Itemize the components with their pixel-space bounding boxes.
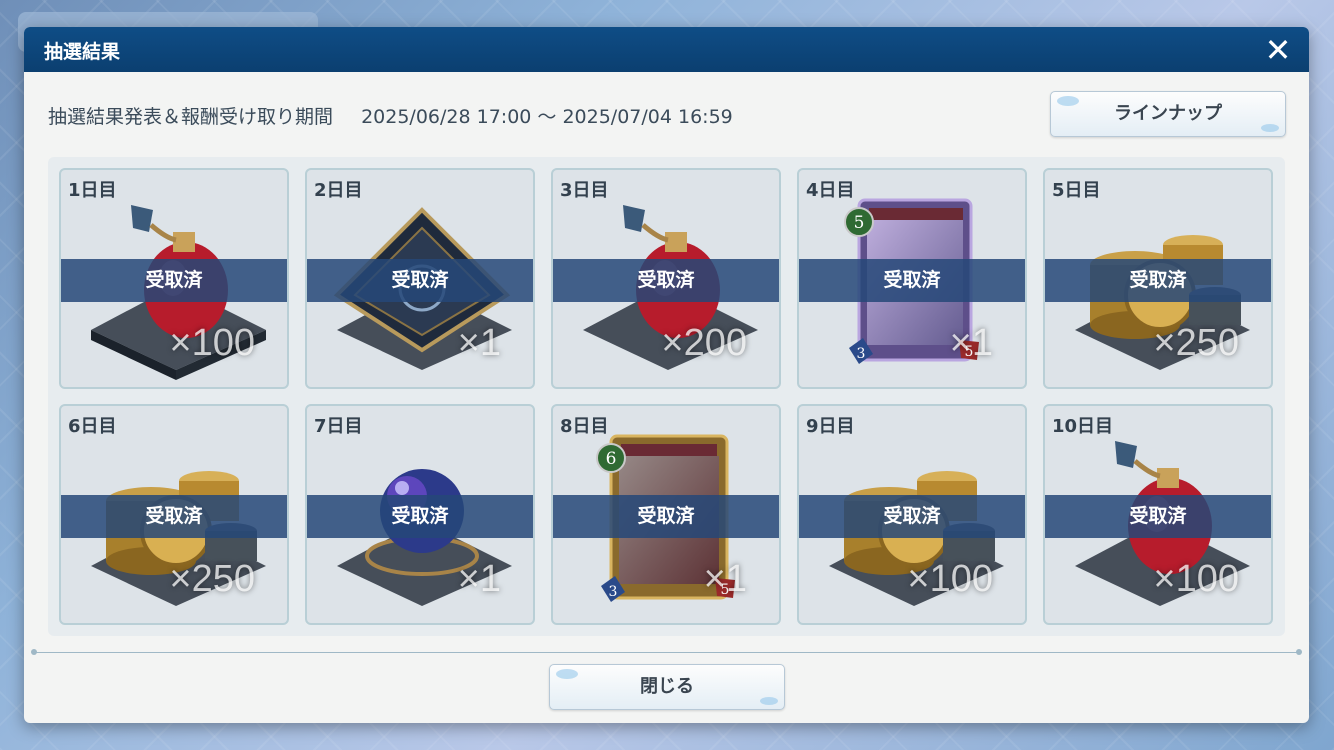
reward-grid: 1日目 ×100 受取済 2日目 ×1 受取済 3日目 ×200 受取済 5 3… <box>48 157 1285 636</box>
card-cost: 6 <box>606 449 617 469</box>
divider-end <box>31 649 37 655</box>
lineup-button[interactable]: ラインナップ <box>1050 91 1286 137</box>
reward-cell-day-9[interactable]: 9日目 ×100 受取済 <box>797 404 1027 625</box>
reward-cell-day-7[interactable]: 7日目 ×1 受取済 <box>305 404 535 625</box>
day-label: 9日目 <box>806 416 855 437</box>
day-label: 10日目 <box>1052 416 1114 437</box>
day-label: 5日目 <box>1052 180 1101 201</box>
claimed-label: 受取済 <box>799 495 1025 538</box>
period-range: 2025/06/28 17:00 ～ 2025/07/04 16:59 <box>361 106 733 128</box>
footer-divider <box>34 652 1299 653</box>
reward-quantity: ×100 <box>169 322 255 364</box>
reward-cell-day-1[interactable]: 1日目 ×100 受取済 <box>59 168 289 389</box>
button-decoration <box>556 669 578 679</box>
reward-quantity: ×250 <box>1153 322 1239 364</box>
reward-quantity: ×1 <box>457 558 501 600</box>
lottery-result-dialog: 抽選結果 ✕ 抽選結果発表＆報酬受け取り期間 2025/06/28 17:00 … <box>24 27 1309 723</box>
card-attack: 3 <box>857 346 866 362</box>
button-decoration <box>1057 96 1079 106</box>
reward-cell-day-4[interactable]: 5 3 5 4日目 ×1 受取済 <box>797 168 1027 389</box>
dialog-title: 抽選結果 <box>44 41 121 63</box>
claimed-label: 受取済 <box>553 259 779 302</box>
close-icon[interactable]: ✕ <box>1261 33 1295 67</box>
reward-cell-day-6[interactable]: 6日目 ×250 受取済 <box>59 404 289 625</box>
day-label: 1日目 <box>68 180 117 201</box>
close-button-label: 閉じる <box>640 676 694 697</box>
claimed-label: 受取済 <box>1045 495 1271 538</box>
card-attack: 3 <box>609 584 618 600</box>
lineup-button-label: ラインナップ <box>1114 103 1222 124</box>
reward-quantity: ×200 <box>661 322 747 364</box>
reward-cell-day-3[interactable]: 3日目 ×200 受取済 <box>551 168 781 389</box>
reward-quantity: ×100 <box>1153 558 1239 600</box>
dialog-header: 抽選結果 ✕ <box>24 27 1309 72</box>
claimed-label: 受取済 <box>61 495 287 538</box>
close-button[interactable]: 閉じる <box>549 664 785 710</box>
card-cost: 5 <box>854 213 865 233</box>
reward-period: 抽選結果発表＆報酬受け取り期間 2025/06/28 17:00 ～ 2025/… <box>48 102 733 129</box>
day-label: 3日目 <box>560 180 609 201</box>
claimed-label: 受取済 <box>799 259 1025 302</box>
button-decoration <box>1261 124 1279 132</box>
divider-end <box>1296 649 1302 655</box>
reward-cell-day-2[interactable]: 2日目 ×1 受取済 <box>305 168 535 389</box>
reward-quantity: ×1 <box>949 322 993 364</box>
claimed-label: 受取済 <box>61 259 287 302</box>
day-label: 7日目 <box>314 416 363 437</box>
claimed-label: 受取済 <box>553 495 779 538</box>
reward-cell-day-8[interactable]: 6 3 5 8日目 ×1 受取済 <box>551 404 781 625</box>
reward-quantity: ×100 <box>907 558 993 600</box>
claimed-label: 受取済 <box>1045 259 1271 302</box>
reward-quantity: ×1 <box>457 322 501 364</box>
day-label: 2日目 <box>314 180 363 201</box>
reward-quantity: ×250 <box>169 558 255 600</box>
day-label: 6日目 <box>68 416 117 437</box>
day-label: 4日目 <box>806 180 855 201</box>
reward-cell-day-10[interactable]: 10日目 ×100 受取済 <box>1043 404 1273 625</box>
claimed-label: 受取済 <box>307 259 533 302</box>
reward-cell-day-5[interactable]: 5日目 ×250 受取済 <box>1043 168 1273 389</box>
period-label: 抽選結果発表＆報酬受け取り期間 <box>48 106 334 128</box>
day-label: 8日目 <box>560 416 609 437</box>
claimed-label: 受取済 <box>307 495 533 538</box>
button-decoration <box>760 697 778 705</box>
reward-quantity: ×1 <box>703 558 747 600</box>
